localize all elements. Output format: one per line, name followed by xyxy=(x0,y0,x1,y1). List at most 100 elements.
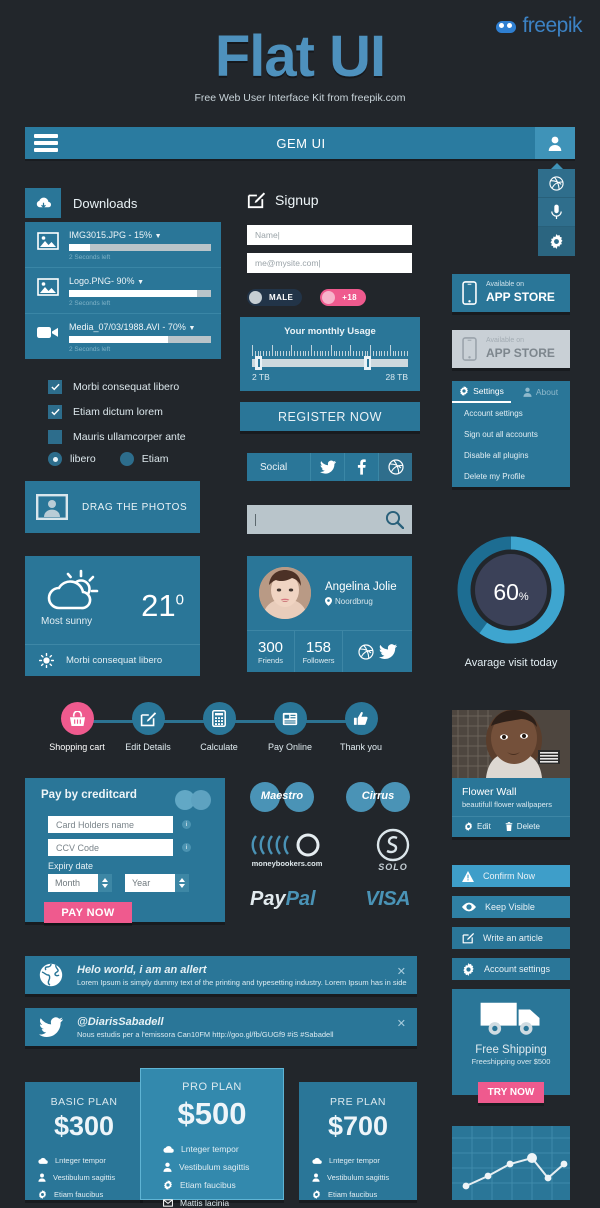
phone-icon xyxy=(462,281,477,305)
download-eta: 2 Seconds left xyxy=(69,346,111,353)
pay-now-button[interactable]: PAY NOW xyxy=(44,902,132,923)
checkbox-label: Mauris ullamcorper ante xyxy=(73,431,186,443)
email-input[interactable]: me@mysite.com| xyxy=(247,253,412,273)
slider-handle-max[interactable] xyxy=(364,356,372,370)
facebook-icon[interactable] xyxy=(344,453,378,481)
step-label: Shopping cart xyxy=(49,742,105,752)
media-card-delete-button[interactable]: Delete xyxy=(505,822,540,831)
download-item[interactable]: Logo.PNG- 90% ▼ 2 Seconds left xyxy=(25,268,221,314)
settings-item-signout[interactable]: Sign out all accounts xyxy=(452,424,570,445)
maestro-label: Maestro xyxy=(260,790,304,802)
pricing-plan-pre[interactable]: PRE PLAN $700 Lnteger tempor Vestibulum … xyxy=(299,1082,417,1200)
app-store-button[interactable]: Available on APP STORE xyxy=(452,274,570,312)
name-input[interactable]: Name| xyxy=(247,225,412,245)
media-card-edit-button[interactable]: Edit xyxy=(464,822,491,831)
checkbox-unchecked-icon[interactable] xyxy=(48,430,62,444)
user-icon[interactable] xyxy=(535,127,575,159)
keep-visible-button[interactable]: Keep Visible xyxy=(452,896,570,918)
social-label: Social xyxy=(247,453,310,481)
gender-toggle[interactable]: MALE xyxy=(247,289,303,306)
gear-icon xyxy=(462,962,475,976)
line-chart xyxy=(452,1126,570,1200)
settings-item-delete[interactable]: Delete my Profile xyxy=(452,466,570,487)
plan-name: PRE PLAN xyxy=(330,1096,386,1108)
try-now-button[interactable]: TRY NOW xyxy=(478,1082,544,1103)
step-pay-online[interactable]: Pay Online xyxy=(253,702,327,752)
info-icon[interactable]: i xyxy=(182,843,191,852)
freepik-logo-icon xyxy=(496,19,517,33)
search-input[interactable] xyxy=(247,505,412,534)
step-edit-details[interactable]: Edit Details xyxy=(111,702,185,752)
creditcard-form: Pay by creditcard Card Holders name i CC… xyxy=(25,778,225,922)
close-icon[interactable]: ✕ xyxy=(397,1017,406,1030)
ccv-input[interactable]: CCV Code xyxy=(48,839,173,856)
slider-handle-min[interactable] xyxy=(255,356,263,370)
step-shopping-cart[interactable]: Shopping cart xyxy=(40,702,114,752)
mail-icon xyxy=(163,1199,173,1207)
pricing-plan-basic[interactable]: BASIC PLAN $300 Lnteger tempor Vestibulu… xyxy=(25,1082,143,1200)
radio-row[interactable]: Etiam xyxy=(119,452,169,466)
gear-icon xyxy=(163,1180,173,1190)
account-settings-button[interactable]: Account settings xyxy=(452,958,570,980)
cirrus-label: Cirrus xyxy=(361,790,395,802)
year-select[interactable]: Year xyxy=(125,874,189,892)
close-icon[interactable]: ✕ xyxy=(397,965,406,978)
trash-icon xyxy=(505,822,513,831)
step-thank-you[interactable]: Thank you xyxy=(324,702,398,752)
settings-item-plugins[interactable]: Disable all plugins xyxy=(452,445,570,466)
range-slider[interactable] xyxy=(252,356,408,370)
alert-title: Helo world, i am an allert xyxy=(77,963,207,976)
twitter-icon[interactable] xyxy=(310,453,344,481)
plan-feature: Vestibulum sagittis xyxy=(163,1162,283,1172)
month-stepper[interactable] xyxy=(98,874,112,892)
sun-icon xyxy=(39,653,54,668)
truck-icon xyxy=(478,999,544,1037)
compose-icon xyxy=(462,932,474,944)
twitter-icon[interactable] xyxy=(379,644,398,659)
card-holder-input[interactable]: Card Holders name xyxy=(48,816,173,833)
dribbble-icon[interactable] xyxy=(378,453,412,481)
tab-about[interactable]: About xyxy=(511,381,570,403)
month-select[interactable]: Month xyxy=(48,874,112,892)
radio-row[interactable]: libero xyxy=(48,452,96,466)
compose-icon xyxy=(131,702,165,735)
dribbble-icon[interactable] xyxy=(538,169,575,198)
hamburger-icon[interactable] xyxy=(25,127,67,159)
step-calculate[interactable]: Calculate xyxy=(182,702,256,752)
followers-stat: 158 Followers xyxy=(295,631,343,672)
drag-photos-dropzone[interactable]: DRAG THE PHOTOS xyxy=(25,481,200,533)
download-item[interactable]: IMG3015.JPG - 15% ▼ 2 Seconds left xyxy=(25,222,221,268)
write-article-button[interactable]: Write an article xyxy=(452,927,570,949)
checkbox-row[interactable]: Etiam dictum lorem xyxy=(48,405,186,419)
eye-icon xyxy=(462,902,476,912)
checkbox-row[interactable]: Morbi consequat libero xyxy=(48,380,186,394)
microphone-icon[interactable] xyxy=(538,198,575,227)
radio-unselected-icon[interactable] xyxy=(119,452,134,466)
tab-settings[interactable]: Settings xyxy=(452,381,511,403)
gear-icon[interactable] xyxy=(538,227,575,256)
checkbox-row[interactable]: Mauris ullamcorper ante xyxy=(48,430,186,444)
download-item[interactable]: Media_07/03/1988.AVI - 70% ▼ 2 Seconds l… xyxy=(25,314,221,359)
radio-selected-icon[interactable] xyxy=(48,452,62,466)
confirm-now-button[interactable]: Confirm Now xyxy=(452,865,570,887)
chevron-down-icon[interactable]: ▼ xyxy=(155,233,162,240)
age-toggle[interactable]: +18 xyxy=(320,289,367,306)
info-icon[interactable]: i xyxy=(182,820,191,829)
chevron-down-icon[interactable]: ▼ xyxy=(137,279,144,286)
donut-chart-widget: 60% Avarage visit today xyxy=(452,535,570,669)
downloads-header: Downloads xyxy=(25,188,221,218)
dribbble-icon[interactable] xyxy=(358,643,374,660)
checkbox-checked-icon[interactable] xyxy=(48,405,62,419)
magnifier-icon[interactable] xyxy=(385,510,404,529)
checkbox-checked-icon[interactable] xyxy=(48,380,62,394)
register-button[interactable]: REGISTER NOW xyxy=(240,402,420,431)
toggle-knob xyxy=(249,291,262,304)
toggle-knob xyxy=(322,291,336,304)
pricing-plan-pro[interactable]: PRO PLAN $500 Lnteger tempor Vestibulum … xyxy=(140,1068,284,1208)
settings-item-account[interactable]: Account settings xyxy=(452,403,570,424)
year-stepper[interactable] xyxy=(175,874,189,892)
chevron-down-icon[interactable]: ▼ xyxy=(188,325,195,332)
donut-chart: 60% xyxy=(456,535,566,645)
year-select-value: Year xyxy=(125,874,175,892)
paypal-pay: Pay xyxy=(250,888,286,910)
